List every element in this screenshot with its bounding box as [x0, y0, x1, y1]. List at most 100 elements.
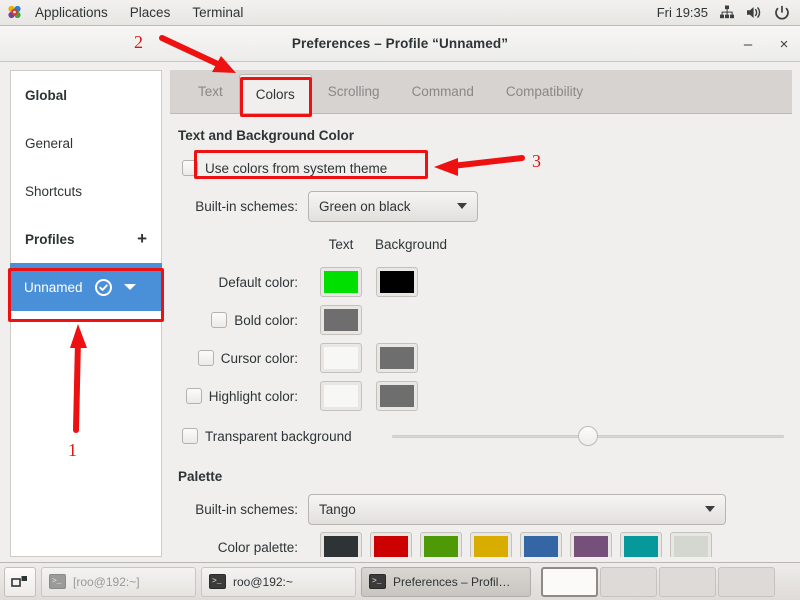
checkbox-icon[interactable]: [182, 160, 198, 176]
add-profile-button[interactable]: +: [137, 229, 147, 249]
minimize-icon[interactable]: –: [738, 32, 758, 56]
palette-swatch-list: [320, 532, 712, 557]
slider-thumb[interactable]: [578, 426, 598, 446]
taskbar: >_ [roo@192:~] >_ roo@192:~ >_ Preferenc…: [0, 562, 800, 600]
tab-colors[interactable]: Colors: [238, 74, 312, 113]
window-controls: – ×: [738, 26, 794, 62]
default-color-label: Default color:: [218, 274, 298, 290]
task-button-preferences[interactable]: >_ Preferences – Profil…: [361, 566, 531, 597]
default-color-row: Default color:: [182, 263, 792, 301]
tab-scrolling[interactable]: Scrolling: [312, 70, 396, 113]
color-column-headers: Text Background: [182, 225, 792, 263]
highlight-text-color-swatch[interactable]: [320, 381, 362, 411]
builtin-schemes-value: Green on black: [319, 198, 411, 214]
highlight-background-color-swatch[interactable]: [376, 381, 418, 411]
chevron-down-icon[interactable]: [123, 284, 136, 290]
terminal-icon: >_: [369, 574, 386, 589]
window-body: Global General Shortcuts Profiles + Unna…: [0, 62, 800, 561]
bold-color-checkbox[interactable]: [211, 312, 228, 328]
network-icon[interactable]: [719, 5, 735, 20]
cursor-background-color-swatch[interactable]: [376, 343, 418, 373]
use-colors-from-system-theme-row: Use colors from system theme: [182, 149, 792, 187]
sidebar-item-label: General: [25, 135, 74, 151]
palette-color-1[interactable]: [320, 532, 362, 557]
annotation-number-1: 1: [68, 440, 77, 460]
default-background-color-swatch[interactable]: [376, 267, 418, 297]
power-icon[interactable]: [774, 5, 790, 21]
palette-color-4[interactable]: [470, 532, 512, 557]
transparent-background-label: Transparent background: [205, 428, 352, 444]
cursor-color-checkbox[interactable]: [197, 350, 214, 366]
close-icon[interactable]: ×: [774, 32, 794, 56]
task-button-terminal-1[interactable]: >_ [roo@192:~]: [41, 566, 196, 597]
palette-color-2[interactable]: [370, 532, 412, 557]
sidebar-item-label: Shortcuts: [25, 183, 83, 199]
menu-applications[interactable]: Applications: [24, 0, 119, 26]
builtin-schemes-label: Built-in schemes:: [195, 198, 298, 214]
sidebar-item-label: Unnamed: [24, 279, 83, 295]
check-icon: [94, 278, 112, 296]
window-titlebar[interactable]: Preferences – Profile “Unnamed” – ×: [0, 26, 800, 62]
tab-label: Compatibility: [505, 84, 584, 99]
sidebar-item-global[interactable]: Global: [11, 71, 161, 119]
sidebar-item-profiles: Profiles +: [11, 215, 161, 263]
annotation-number-2: 2: [134, 32, 143, 52]
screen: Applications Places Terminal Fri 19:35 P…: [0, 0, 800, 600]
sidebar-item-label: Profiles: [25, 231, 75, 247]
palette-schemes-row: Built-in schemes: Tango: [182, 490, 792, 528]
transparent-background-checkbox[interactable]: [182, 428, 198, 444]
menu-places[interactable]: Places: [119, 0, 182, 26]
task-button-label: roo@192:~: [233, 574, 293, 589]
volume-icon[interactable]: [746, 5, 763, 20]
sidebar-item-label: Global: [25, 87, 68, 103]
transparent-background-row: Transparent background: [182, 417, 792, 455]
palette-color-3[interactable]: [420, 532, 462, 557]
workspace-2[interactable]: [600, 566, 657, 597]
builtin-schemes-select[interactable]: Green on black: [308, 190, 478, 222]
palette-color-5[interactable]: [520, 532, 562, 557]
annotation-number-3: 3: [532, 151, 541, 171]
palette-schemes-select[interactable]: Tango: [308, 493, 726, 525]
tab-text[interactable]: Text: [182, 70, 239, 113]
highlight-color-checkbox[interactable]: [185, 388, 202, 404]
task-button-terminal-2[interactable]: >_ roo@192:~: [201, 566, 356, 597]
column-header-background: Background: [374, 236, 448, 252]
chevron-down-icon: [457, 203, 467, 209]
workspace-switcher: [541, 566, 775, 597]
task-button-label: [roo@192:~]: [73, 574, 140, 589]
workspace-1[interactable]: [541, 566, 598, 597]
terminal-icon: >_: [49, 574, 66, 589]
palette-color-8[interactable]: [670, 532, 712, 557]
tab-bar: Text Colors Scrolling Command Compatibil…: [170, 70, 792, 114]
color-palette-label: Color palette:: [217, 539, 298, 555]
transparency-slider[interactable]: [392, 421, 784, 451]
workspace-4[interactable]: [718, 566, 775, 597]
tab-command[interactable]: Command: [396, 70, 490, 113]
palette-schemes-label: Built-in schemes:: [195, 501, 298, 517]
tab-label: Colors: [255, 86, 295, 102]
use-colors-from-system-theme-checkbox[interactable]: Use colors from system theme: [182, 160, 387, 176]
cursor-text-color-swatch[interactable]: [320, 343, 362, 373]
workspace-3[interactable]: [659, 566, 716, 597]
menu-terminal[interactable]: Terminal: [181, 0, 254, 26]
fedora-pinwheel-icon[interactable]: [6, 4, 23, 21]
bold-color-row: Bold color:: [182, 301, 792, 339]
palette-heading: Palette: [178, 469, 223, 484]
palette-color-6[interactable]: [570, 532, 612, 557]
show-desktop-icon[interactable]: [4, 566, 36, 597]
sidebar: Global General Shortcuts Profiles + Unna…: [10, 70, 162, 557]
highlight-color-row: Highlight color:: [182, 377, 792, 415]
terminal-icon: >_: [209, 574, 226, 589]
palette-color-7[interactable]: [620, 532, 662, 557]
colors-tab-panel: Text and Background Color Use colors fro…: [170, 114, 792, 557]
bold-color-swatch[interactable]: [320, 305, 362, 335]
clock[interactable]: Fri 19:35: [657, 5, 708, 20]
builtin-schemes-row: Built-in schemes: Green on black: [182, 187, 792, 225]
chevron-down-icon: [705, 506, 715, 512]
sidebar-item-shortcuts[interactable]: Shortcuts: [11, 167, 161, 215]
tab-compatibility[interactable]: Compatibility: [490, 70, 599, 113]
checkbox-label: Use colors from system theme: [205, 160, 388, 176]
sidebar-profile-unnamed[interactable]: Unnamed: [10, 263, 162, 311]
sidebar-item-general[interactable]: General: [11, 119, 161, 167]
default-text-color-swatch[interactable]: [320, 267, 362, 297]
